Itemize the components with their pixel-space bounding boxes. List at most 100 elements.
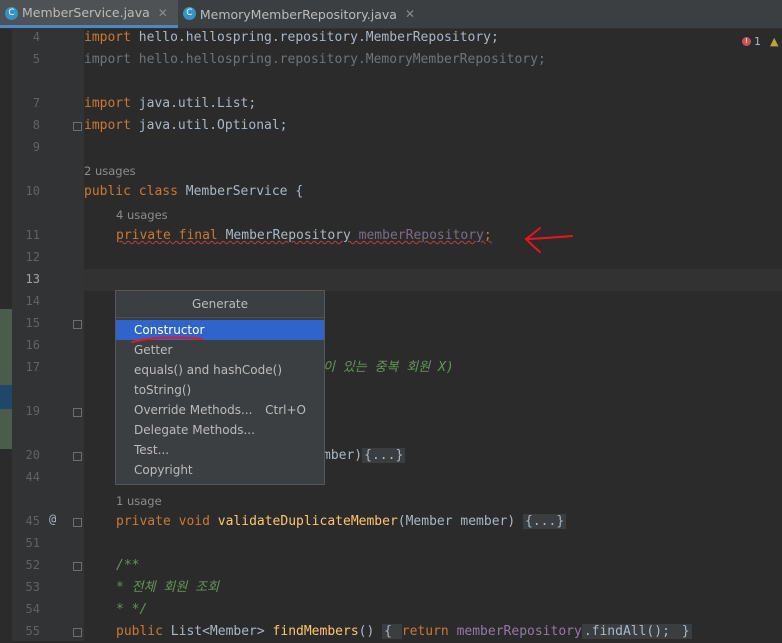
menu-item-override-methods[interactable]: Override Methods... Ctrl+O (116, 400, 324, 420)
line-number: 20 (25, 448, 40, 462)
line-number: 52 (25, 558, 40, 572)
error-icon: ! (742, 37, 751, 46)
code-line-10[interactable]: public class MemberService { (84, 181, 303, 203)
menu-item-delegate-methods[interactable]: Delegate Methods... (116, 420, 324, 440)
tab-label: MemoryMemberRepository.java (199, 6, 397, 22)
tab-label: MemberService.java (22, 5, 150, 20)
semicolon: ; (483, 228, 492, 243)
line-number-current: 13 (25, 272, 40, 286)
tab-memory-member-repository[interactable]: C MemoryMemberRepository.java ✕ (178, 0, 425, 28)
keyword: final (178, 228, 218, 243)
generate-popup[interactable]: Generate Constructor Getter equals() and… (115, 290, 325, 485)
field-name: memberRepository (358, 228, 484, 243)
line-number: 44 (25, 470, 40, 484)
collapsed-block[interactable]: {...} (523, 514, 567, 529)
field-name: memberRepository (456, 624, 582, 639)
close-icon[interactable]: ✕ (158, 6, 168, 20)
doc-comment: * 전체 회원 조회 (116, 580, 220, 595)
fold-icon[interactable] (73, 320, 82, 329)
fold-icon[interactable] (73, 122, 82, 131)
keyword: import (84, 30, 131, 45)
red-arrow-annotation (524, 227, 573, 253)
fold-icon[interactable] (73, 518, 82, 527)
usages-hint[interactable]: 4 usages (116, 204, 168, 226)
line-number: 55 (25, 624, 40, 638)
menu-item-tostring[interactable]: toString() (116, 380, 324, 400)
line-number: 12 (25, 250, 40, 264)
line-number: 7 (32, 96, 40, 110)
line-number: 15 (25, 316, 40, 330)
line-number: 5 (32, 52, 40, 66)
brace: } (679, 624, 692, 639)
menu-item-copyright[interactable]: Copyright (116, 460, 324, 480)
usages-hint[interactable]: 1 usage (116, 490, 162, 512)
code-line-45[interactable]: private void validateDuplicateMember(Mem… (116, 511, 567, 533)
line-number: 9 (32, 140, 40, 154)
code-text: .findAll(); (581, 624, 680, 639)
code-line-55[interactable]: public List<Member> findMembers() { retu… (116, 621, 692, 643)
line-number: 51 (25, 536, 40, 550)
menu-item-label: Copyright (134, 463, 193, 477)
line-number: 17 (25, 360, 40, 374)
doc-comment: * */ (116, 602, 148, 617)
java-class-icon: C (5, 7, 18, 20)
code-line-20-fragment[interactable]: mber) {...} (323, 445, 406, 467)
method-name: validateDuplicateMember (217, 514, 398, 529)
menu-item-label: Delegate Methods... (134, 423, 255, 437)
line-number: 53 (25, 580, 40, 594)
fold-icon[interactable] (73, 452, 82, 461)
override-at-icon[interactable]: @ (49, 512, 56, 526)
code-text: List<Member> (162, 624, 273, 639)
usages-hint[interactable]: 2 usages (84, 160, 136, 182)
code-text: MemberRepository (217, 228, 359, 243)
line-number: 10 (25, 184, 40, 198)
fold-icon[interactable] (73, 628, 82, 637)
code-line-7[interactable]: import java.util.List; (84, 93, 256, 115)
line-number: 14 (25, 294, 40, 308)
doc-comment: /** (116, 558, 140, 573)
editor-tab-bar: C MemberService.java ✕ C MemoryMemberRep… (0, 0, 782, 29)
menu-item-label: Override Methods... (134, 403, 253, 417)
code-text: () (358, 624, 383, 639)
red-underline-annotation (131, 336, 203, 343)
inspection-widget[interactable]: ! 1 ▲ (742, 35, 778, 48)
code-line-11[interactable]: private final MemberRepository memberRep… (116, 225, 492, 247)
keyword: return (401, 624, 449, 639)
code-text: hello.hellospring.repository.MemberRepos… (130, 30, 499, 45)
java-class-icon: C (182, 7, 196, 20)
close-icon[interactable]: ✕ (405, 7, 415, 21)
code-text: java.util.Optional; (130, 118, 288, 133)
menu-item-test[interactable]: Test... (116, 440, 324, 460)
brace: { (382, 624, 402, 639)
line-number: 8 (32, 118, 40, 132)
error-count: 1 (754, 35, 761, 48)
fold-icon[interactable] (73, 408, 82, 417)
code-text: mber) (323, 448, 363, 463)
line-number: 16 (25, 338, 40, 352)
keyword: void (178, 514, 210, 529)
breakpoint-area-marker (0, 385, 12, 409)
collapsed-block[interactable]: {...} (362, 448, 406, 463)
vcs-change-marker (0, 309, 12, 386)
menu-item-equals-hashcode[interactable]: equals() and hashCode() (116, 360, 324, 380)
code-line-5[interactable]: import hello.hellospring.repository.Memo… (84, 49, 546, 71)
code-line-4[interactable]: import hello.hellospring.repository.Memb… (84, 27, 499, 49)
menu-item-label: equals() and hashCode() (134, 363, 283, 377)
keyword: private (116, 228, 171, 243)
keyword: class (138, 184, 178, 199)
keyword: public (116, 624, 163, 639)
vcs-change-marker (0, 409, 12, 449)
code-text: MemberService { (177, 184, 304, 199)
menu-item-label: Test... (134, 443, 170, 457)
fold-icon[interactable] (73, 562, 82, 571)
editor-gutter[interactable] (0, 29, 84, 641)
code-line-8[interactable]: import java.util.Optional; (84, 115, 288, 137)
line-number: 4 (32, 30, 40, 44)
code-text: (Member member) (397, 514, 524, 529)
comment-fragment: 이 있는 중복 회원 X) (323, 360, 454, 375)
line-number: 54 (25, 602, 40, 616)
keyword: public (84, 184, 131, 199)
method-name: findMembers (272, 624, 359, 639)
tab-member-service[interactable]: C MemberService.java ✕ (0, 0, 178, 28)
code-text: java.util.List; (130, 96, 257, 111)
